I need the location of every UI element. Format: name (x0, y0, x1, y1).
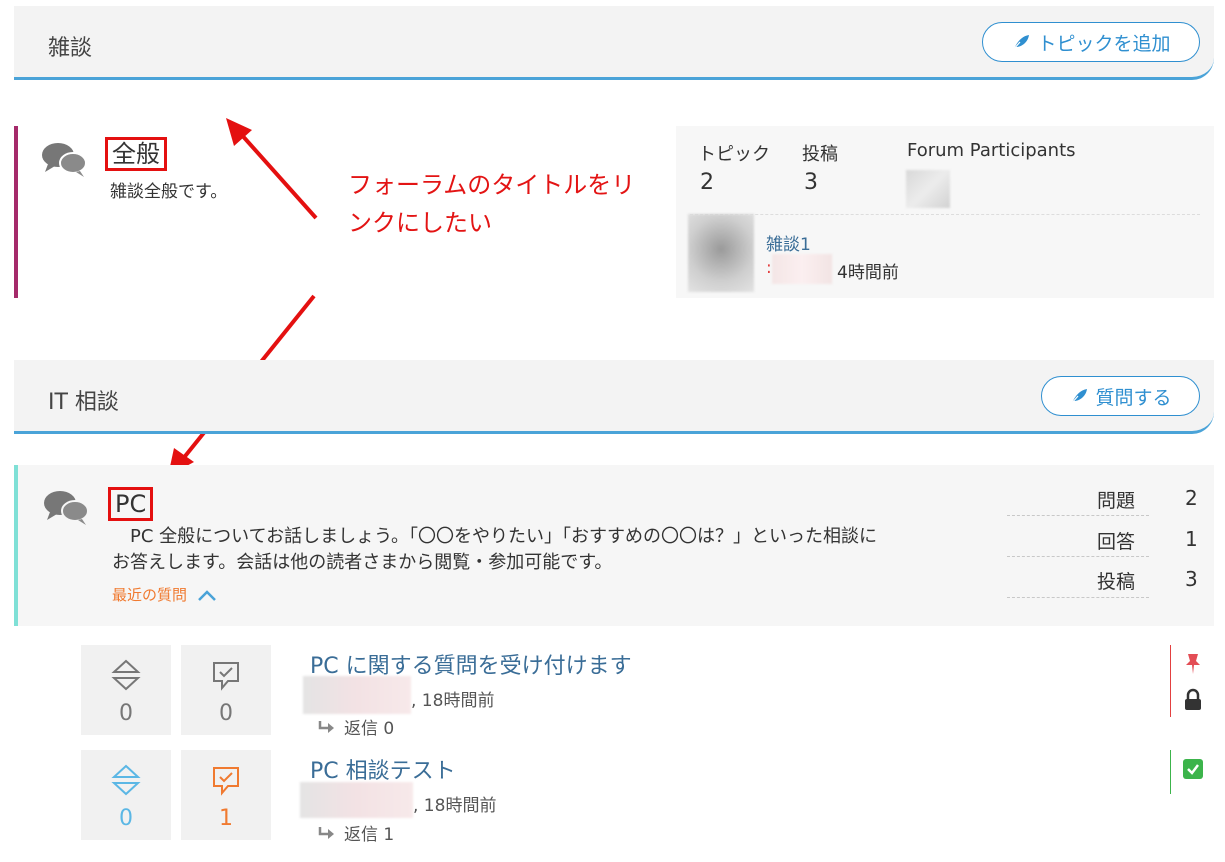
stat-answers-value: 1 (1185, 527, 1198, 551)
answer-check-icon (213, 662, 239, 691)
last-prefix: : (766, 258, 772, 278)
stat-posts-label: 投稿 (1096, 571, 1135, 593)
stat-questions-value: 2 (1185, 486, 1198, 510)
status-bar-red (1170, 645, 1171, 717)
reply-row: 返信 0 (318, 714, 394, 739)
topic-author[interactable] (303, 676, 411, 714)
topic-time: , 18時間前 (413, 796, 497, 816)
add-topic-label: トピックを追加 (1037, 32, 1171, 55)
annotation-line2: ンクにしたい (348, 209, 492, 237)
participant-avatar[interactable] (906, 170, 950, 208)
vote-count: 0 (119, 701, 133, 726)
last-poster-name[interactable] (772, 254, 832, 284)
forum-title-pc[interactable]: PC (108, 487, 154, 521)
category-title: IT 相談 (48, 390, 119, 415)
last-poster-avatar[interactable] (688, 214, 754, 292)
topics-count: 2 (700, 170, 714, 195)
answer-check-icon (213, 767, 239, 796)
forum-description: 雑談全般です。 (110, 182, 228, 202)
stat-answers-label: 回答 (1096, 531, 1135, 553)
divider (1007, 515, 1149, 516)
answer-count: 1 (219, 806, 233, 831)
reply-count: 返信 1 (344, 825, 395, 845)
annotation-line1: フォーラムのタイトルをリ (348, 171, 636, 199)
divider (1007, 556, 1149, 557)
topics-label: トピック (698, 144, 770, 165)
category-header-zatsudan: 雑談 トピックを追加 (14, 6, 1214, 80)
answer-box[interactable]: 0 (181, 645, 271, 735)
vote-box[interactable]: 0 (81, 750, 171, 840)
recent-questions-toggle[interactable]: 最近の質問 (112, 584, 217, 605)
forum-stats-panel: トピック 2 投稿 3 Forum Participants 雑談1 : 4時間… (676, 126, 1214, 298)
reply-row: 返信 1 (318, 820, 394, 845)
vote-arrows-icon (111, 764, 141, 796)
forum-accent-bar (14, 126, 18, 298)
ask-question-label: 質問する (1095, 386, 1172, 409)
divider (690, 214, 1200, 215)
recent-questions-label: 最近の質問 (112, 586, 188, 604)
chevron-up-icon (198, 589, 216, 601)
feather-icon (1071, 389, 1088, 405)
answer-count: 0 (219, 701, 233, 726)
topic-author[interactable] (300, 782, 413, 818)
status-bar-green (1170, 750, 1171, 794)
chat-bubbles-icon (42, 143, 87, 177)
posts-label: 投稿 (802, 144, 838, 165)
resolved-check-icon (1183, 759, 1203, 779)
forum-title-zenpan[interactable]: 全般 (105, 137, 167, 171)
forum-description-line1: PC 全般についてお話しましょう。「〇〇をやりたい」「おすすめの〇〇は？」といっ… (112, 526, 877, 547)
ask-question-button[interactable]: 質問する (1041, 376, 1200, 416)
category-header-it: IT 相談 質問する (14, 360, 1214, 434)
divider (1007, 597, 1149, 598)
stat-questions-label: 問題 (1096, 490, 1135, 512)
feather-icon (1013, 35, 1030, 51)
category-title: 雑談 (48, 36, 93, 61)
chat-bubbles-icon (44, 491, 89, 525)
forum-accent-bar (14, 465, 18, 626)
participants-label: Forum Participants (907, 140, 1076, 161)
pin-icon (1186, 654, 1200, 674)
vote-arrows-icon (111, 659, 141, 691)
vote-count: 0 (119, 806, 133, 831)
reply-arrow-icon (318, 720, 334, 733)
reply-arrow-icon (318, 826, 334, 839)
stat-posts-value: 3 (1185, 567, 1198, 591)
topic-title[interactable]: PC 相談テスト (310, 753, 456, 785)
posts-count: 3 (804, 170, 818, 195)
reply-count: 返信 0 (344, 719, 395, 739)
forum-description-line2: お答えします。会話は他の読者さまから閲覧・参加可能です。 (112, 552, 613, 573)
vote-box[interactable]: 0 (81, 645, 171, 735)
answer-box[interactable]: 1 (181, 750, 271, 840)
lock-icon (1185, 688, 1201, 710)
last-topic-link[interactable]: 雑談1 (766, 230, 811, 255)
topic-time: , 18時間前 (411, 691, 495, 711)
add-topic-button[interactable]: トピックを追加 (982, 22, 1200, 62)
last-time: 4時間前 (837, 263, 899, 283)
